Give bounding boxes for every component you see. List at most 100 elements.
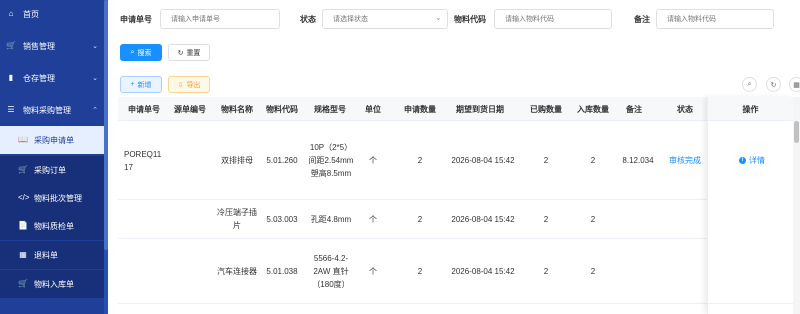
scrollbar-thumb[interactable]	[794, 121, 799, 143]
cart-icon: 🛒	[18, 165, 28, 174]
column-header: 源单编号	[174, 104, 206, 114]
cart-icon: 🛒	[6, 41, 16, 50]
sidebar-item-label: 物料入库单	[34, 279, 74, 289]
sidebar-item-purchase-order[interactable]: 🛒 采购订单	[0, 156, 108, 184]
search-icon: ⌕	[747, 80, 752, 88]
apply-no-label: 申请单号	[120, 15, 152, 24]
sidebar-item-more[interactable]	[0, 300, 108, 314]
code-icon: </>	[18, 193, 30, 202]
export-button-label: 导出	[186, 81, 201, 89]
sidebar-item-batch[interactable]: </> 物料批次管理	[0, 184, 108, 212]
status-link[interactable]: 审核完成	[664, 153, 706, 167]
refresh-button[interactable]: ↻	[766, 77, 781, 92]
sidebar-item-material-purchase[interactable]: ☰ 物料采购管理 ⌃	[0, 96, 108, 124]
date-cell: 2026-08-04 15:42	[451, 214, 515, 224]
material-name-cell: 冷压端子插片	[217, 208, 257, 230]
sidebar-item-label: 仓存管理	[23, 73, 55, 83]
sidebar-item-stock-in[interactable]: 🛒 物料入库单	[0, 270, 108, 298]
unit-cell: 个	[369, 266, 377, 276]
remark-label: 备注	[634, 15, 650, 24]
qty-cell: 2	[417, 155, 423, 165]
sidebar-item-label: 采购申请单	[34, 135, 74, 145]
material-code-cell: 5.01.260	[266, 155, 298, 165]
sidebar-item-sales[interactable]: 🛒 销售管理 ⌄	[0, 32, 108, 60]
column-header: 备注	[626, 104, 642, 114]
column-header: 期望到货日期	[456, 104, 504, 114]
material-code-cell: 5.03.003	[266, 214, 298, 224]
add-button-label: 新增	[137, 81, 152, 89]
apply-no-input[interactable]	[160, 9, 280, 29]
sidebar-item-label: 首页	[23, 9, 39, 19]
remark-cell: 8.12.034	[622, 155, 654, 165]
material-code-input[interactable]	[494, 9, 612, 29]
stocked-cell: 2	[590, 214, 596, 224]
app-root: ⌂ 首页 🛒 销售管理 ⌄ ▮ 仓存管理 ⌄ ☰ 物料采购管理 ⌃ 📖 采购申请…	[0, 0, 800, 314]
detail-link-label: 详情	[749, 156, 765, 165]
row-divider	[118, 303, 708, 304]
search-button-label: 搜索	[137, 49, 152, 57]
column-header: 物料名称	[221, 104, 253, 114]
sidebar-item-home[interactable]: ⌂ 首页	[0, 0, 108, 28]
status-select[interactable]	[322, 9, 448, 29]
grid-icon: ▦	[19, 250, 27, 259]
status-label: 状态	[300, 15, 316, 24]
bought-cell: 2	[543, 214, 549, 224]
date-cell: 2026-08-04 15:42	[451, 155, 515, 165]
spec-cell: 孔距4.8mm	[310, 214, 352, 224]
column-header: 物料代码	[266, 104, 298, 114]
sidebar-item-label: 物料质检单	[34, 221, 74, 231]
action-column: 操作 i 详情	[707, 97, 793, 314]
book-icon: 📖	[18, 135, 28, 144]
sidebar: ⌂ 首页 🛒 销售管理 ⌄ ▮ 仓存管理 ⌄ ☰ 物料采购管理 ⌃ 📖 采购申请…	[0, 0, 108, 314]
list-icon: ☰	[7, 105, 15, 114]
bar-chart-icon: ▮	[8, 73, 14, 82]
unit-cell: 个	[369, 214, 377, 224]
sidebar-item-label: 退料单	[34, 250, 58, 260]
search-button[interactable]: ⌕ 搜索	[120, 44, 162, 61]
refresh-icon: ↻	[177, 49, 184, 57]
action-column-header: 操作	[742, 104, 759, 114]
row-divider	[118, 199, 708, 200]
column-header: 规格型号	[314, 104, 346, 114]
sidebar-item-purchase-request[interactable]: 📖 采购申请单	[0, 126, 108, 154]
sidebar-item-label: 物料采购管理	[23, 105, 71, 115]
qty-cell: 2	[417, 266, 423, 276]
date-cell: 2026-08-04 15:42	[451, 266, 515, 276]
sidebar-scrollbar[interactable]	[104, 0, 108, 314]
chevron-down-icon: ⌄	[435, 13, 442, 22]
material-name-cell: 双排排母	[221, 155, 253, 165]
sidebar-item-label: 物料批次管理	[34, 193, 82, 203]
columns-button[interactable]: ▦	[789, 77, 800, 92]
reset-button[interactable]: ↻ 重置	[168, 44, 210, 61]
cart-icon: 🛒	[18, 279, 28, 288]
bought-cell: 2	[543, 266, 549, 276]
export-button[interactable]: ⇩ 导出	[168, 76, 210, 93]
stocked-cell: 2	[590, 266, 596, 276]
remark-input[interactable]	[656, 9, 774, 29]
column-header: 入库数量	[577, 104, 609, 114]
qty-cell: 2	[417, 214, 423, 224]
sidebar-item-return[interactable]: ▦ 退料单	[0, 241, 108, 269]
toggle-search-button[interactable]: ⌕	[742, 77, 757, 92]
bought-cell: 2	[543, 155, 549, 165]
scrollbar-thumb[interactable]	[104, 0, 108, 250]
column-header: 状态	[677, 104, 693, 114]
material-name-cell: 汽车连接器	[217, 266, 257, 276]
sidebar-item-label: 采购订单	[34, 165, 66, 175]
column-header: 单位	[365, 104, 381, 114]
chevron-down-icon: ⌄	[92, 75, 98, 82]
add-button[interactable]: + 新增	[120, 76, 162, 93]
doc-icon: 📄	[18, 221, 28, 230]
detail-link[interactable]: i 详情	[739, 155, 765, 166]
sidebar-item-inspection[interactable]: 📄 物料质检单	[0, 212, 108, 240]
sidebar-item-inventory[interactable]: ▮ 仓存管理 ⌄	[0, 64, 108, 92]
reset-button-label: 重置	[186, 49, 201, 57]
table-scrollbar[interactable]	[793, 97, 800, 314]
search-icon: ⌕	[130, 48, 135, 56]
column-header: 申请单号	[128, 104, 160, 114]
sidebar-item-label: 销售管理	[23, 41, 55, 51]
stocked-cell: 2	[590, 155, 596, 165]
spec-cell: 5566-4.2-2AW 直针（180度）	[312, 253, 350, 289]
unit-cell: 个	[369, 155, 377, 165]
apply-no-cell: POREQ1117	[124, 150, 162, 172]
